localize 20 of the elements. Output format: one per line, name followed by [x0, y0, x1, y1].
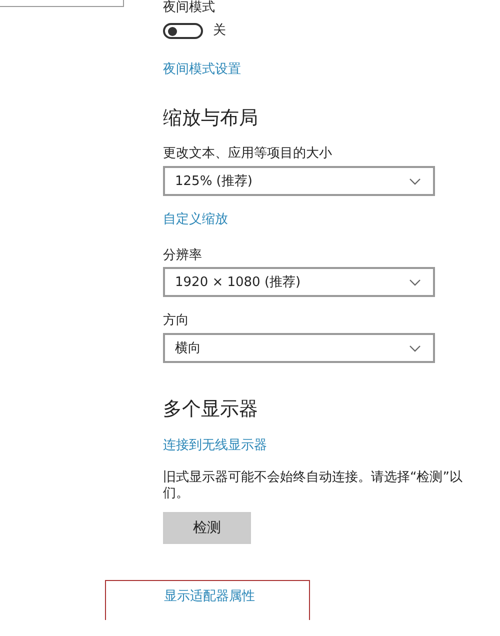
toggle-switch[interactable]	[163, 23, 203, 39]
section-heading: 多个显示器	[163, 397, 258, 421]
field-label: 分辨率	[163, 248, 202, 264]
wireless-display-link[interactable]: 连接到无线显示器	[163, 438, 267, 454]
info-text: 旧式显示器可能不会始终自动连接。请选择“检测”以 们。	[163, 470, 462, 502]
chevron-down-icon	[409, 178, 421, 184]
adapter-properties-link[interactable]: 显示适配器属性	[164, 589, 255, 605]
section-heading: 缩放与布局	[163, 106, 258, 130]
toggle-label: 关	[213, 23, 226, 39]
custom-scaling-link[interactable]: 自定义缩放	[163, 212, 228, 228]
chevron-down-icon	[409, 344, 421, 352]
dropdown[interactable]: 125% (推荐)	[163, 166, 435, 196]
chevron-down-icon	[409, 278, 421, 286]
detect-button[interactable]: 检测	[163, 512, 251, 544]
section-label: 夜间模式	[163, 0, 215, 16]
night-mode-settings-link[interactable]: 夜间模式设置	[163, 62, 241, 78]
field-label: 方向	[163, 313, 189, 329]
field-label: 更改文本、应用等项目的大小	[163, 146, 332, 162]
dropdown[interactable]: 1920 × 1080 (推荐)	[163, 267, 435, 297]
dropdown[interactable]: 横向	[163, 333, 435, 363]
